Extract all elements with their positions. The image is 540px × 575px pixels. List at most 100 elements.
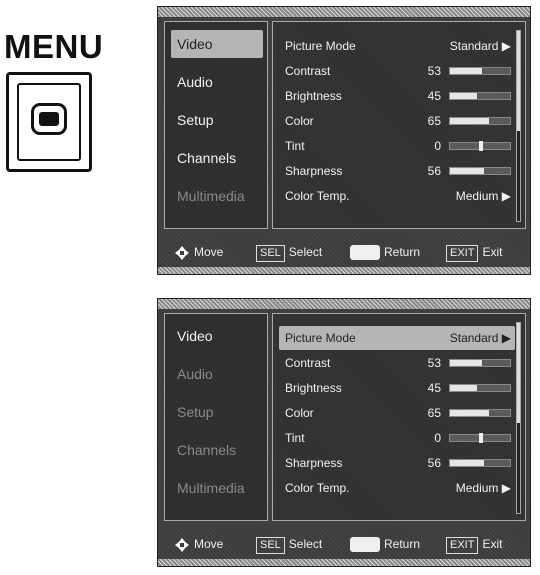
dpad-arrows-icon (174, 245, 190, 261)
help-select-label: Select (288, 245, 323, 259)
menu-remote-key[interactable] (6, 72, 92, 172)
setting-value: Medium ▶ (455, 189, 511, 203)
sharpness-slider[interactable] (449, 167, 511, 175)
help-move: Move (174, 531, 223, 557)
color-slider[interactable] (449, 409, 511, 417)
setting-value: 53 (427, 64, 441, 78)
scrollbar-thumb[interactable] (517, 31, 520, 131)
setting-color[interactable]: Color 65 (279, 109, 515, 133)
category-audio[interactable]: Audio (171, 68, 263, 96)
setting-picture-mode[interactable]: Picture Mode Standard ▶ (279, 326, 515, 350)
setting-label: Brightness (285, 381, 342, 395)
help-select: SEL Select (256, 531, 322, 557)
category-setup[interactable]: Setup (171, 398, 263, 426)
setting-color-temp[interactable]: Color Temp. Medium ▶ (279, 184, 515, 208)
setting-value: Medium ▶ (455, 481, 511, 495)
help-move-label: Move (194, 245, 224, 259)
category-video[interactable]: Video (171, 322, 263, 350)
setting-label: Contrast (285, 356, 331, 370)
category-panel: Video Audio Setup Channels Multimedia (164, 21, 268, 229)
osd-bottom-border (158, 559, 530, 566)
help-return: Return (350, 239, 420, 265)
sharpness-slider[interactable] (449, 459, 511, 467)
category-channels[interactable]: Channels (171, 436, 263, 464)
menu-label: MENU (4, 28, 104, 65)
setting-sharpness[interactable]: Sharpness 56 (279, 451, 515, 475)
help-select-label: Select (288, 537, 323, 551)
help-return: Return (350, 531, 420, 557)
setting-label: Tint (285, 139, 305, 153)
settings-panel: Picture Mode Standard ▶ Contrast 53 Brig… (272, 313, 526, 521)
exit-key-icon: EXIT (446, 537, 479, 554)
category-video[interactable]: Video (171, 30, 263, 58)
slider-fill (450, 68, 482, 74)
setting-brightness[interactable]: Brightness 45 (279, 84, 515, 108)
setting-value: 56 (427, 456, 441, 470)
return-key-icon (350, 245, 380, 261)
category-multimedia[interactable]: Multimedia (171, 474, 263, 502)
setting-brightness[interactable]: Brightness 45 (279, 376, 515, 400)
help-return-label: Return (384, 537, 421, 551)
color-slider[interactable] (449, 117, 511, 125)
setting-value: 0 (434, 431, 441, 445)
tv-osd-menu-1: Video Audio Setup Channels Multimedia Pi… (157, 6, 531, 275)
tint-slider[interactable] (449, 433, 511, 443)
setting-label: Color Temp. (285, 481, 350, 495)
help-exit: EXIT Exit (446, 531, 502, 557)
category-setup[interactable]: Setup (171, 106, 263, 134)
setting-value: 65 (427, 114, 441, 128)
setting-color-temp[interactable]: Color Temp. Medium ▶ (279, 476, 515, 500)
setting-sharpness[interactable]: Sharpness 56 (279, 159, 515, 183)
help-exit: EXIT Exit (446, 239, 502, 265)
contrast-slider[interactable] (449, 67, 511, 75)
setting-value: 45 (427, 89, 441, 103)
setting-label: Tint (285, 431, 305, 445)
contrast-slider[interactable] (449, 359, 511, 367)
setting-label: Picture Mode (285, 39, 356, 53)
setting-tint[interactable]: Tint 0 (279, 426, 515, 450)
setting-value: 0 (434, 139, 441, 153)
setting-contrast[interactable]: Contrast 53 (279, 351, 515, 375)
sel-key-icon: SEL (256, 537, 285, 554)
slider-fill (450, 93, 477, 99)
help-select: SEL Select (256, 239, 322, 265)
scrollbar-thumb[interactable] (517, 323, 520, 423)
help-exit-label: Exit (482, 537, 503, 551)
slider-fill (450, 168, 484, 174)
osd-footer-help: Move SEL Select Return EXIT Exit (164, 531, 524, 557)
settings-scrollbar[interactable] (516, 30, 521, 222)
setting-contrast[interactable]: Contrast 53 (279, 59, 515, 83)
exit-key-icon: EXIT (446, 245, 479, 262)
return-key-icon (350, 537, 380, 553)
setting-label: Color Temp. (285, 189, 350, 203)
osd-top-border (158, 7, 530, 17)
menu-button-icon[interactable] (31, 103, 67, 135)
brightness-slider[interactable] (449, 92, 511, 100)
category-multimedia[interactable]: Multimedia (171, 182, 263, 210)
category-audio[interactable]: Audio (171, 360, 263, 388)
osd-bottom-border (158, 267, 530, 274)
setting-label: Sharpness (285, 456, 343, 470)
setting-value: 65 (427, 406, 441, 420)
setting-picture-mode[interactable]: Picture Mode Standard ▶ (279, 34, 515, 58)
setting-color[interactable]: Color 65 (279, 401, 515, 425)
setting-label: Color (285, 114, 314, 128)
osd-top-border (158, 299, 530, 309)
brightness-slider[interactable] (449, 384, 511, 392)
setting-value: Standard ▶ (449, 39, 511, 53)
setting-value: 56 (427, 164, 441, 178)
tint-center-mark (479, 433, 483, 443)
setting-label: Picture Mode (285, 331, 356, 345)
category-channels[interactable]: Channels (171, 144, 263, 172)
slider-fill (450, 118, 489, 124)
tint-slider[interactable] (449, 141, 511, 151)
category-panel: Video Audio Setup Channels Multimedia (164, 313, 268, 521)
settings-scrollbar[interactable] (516, 322, 521, 514)
setting-label: Brightness (285, 89, 342, 103)
setting-value: Standard ▶ (449, 331, 511, 345)
osd-footer-help: Move SEL Select Return EXIT Exit (164, 239, 524, 265)
setting-tint[interactable]: Tint 0 (279, 134, 515, 158)
slider-fill (450, 410, 489, 416)
help-move: Move (174, 239, 223, 265)
setting-label: Sharpness (285, 164, 343, 178)
